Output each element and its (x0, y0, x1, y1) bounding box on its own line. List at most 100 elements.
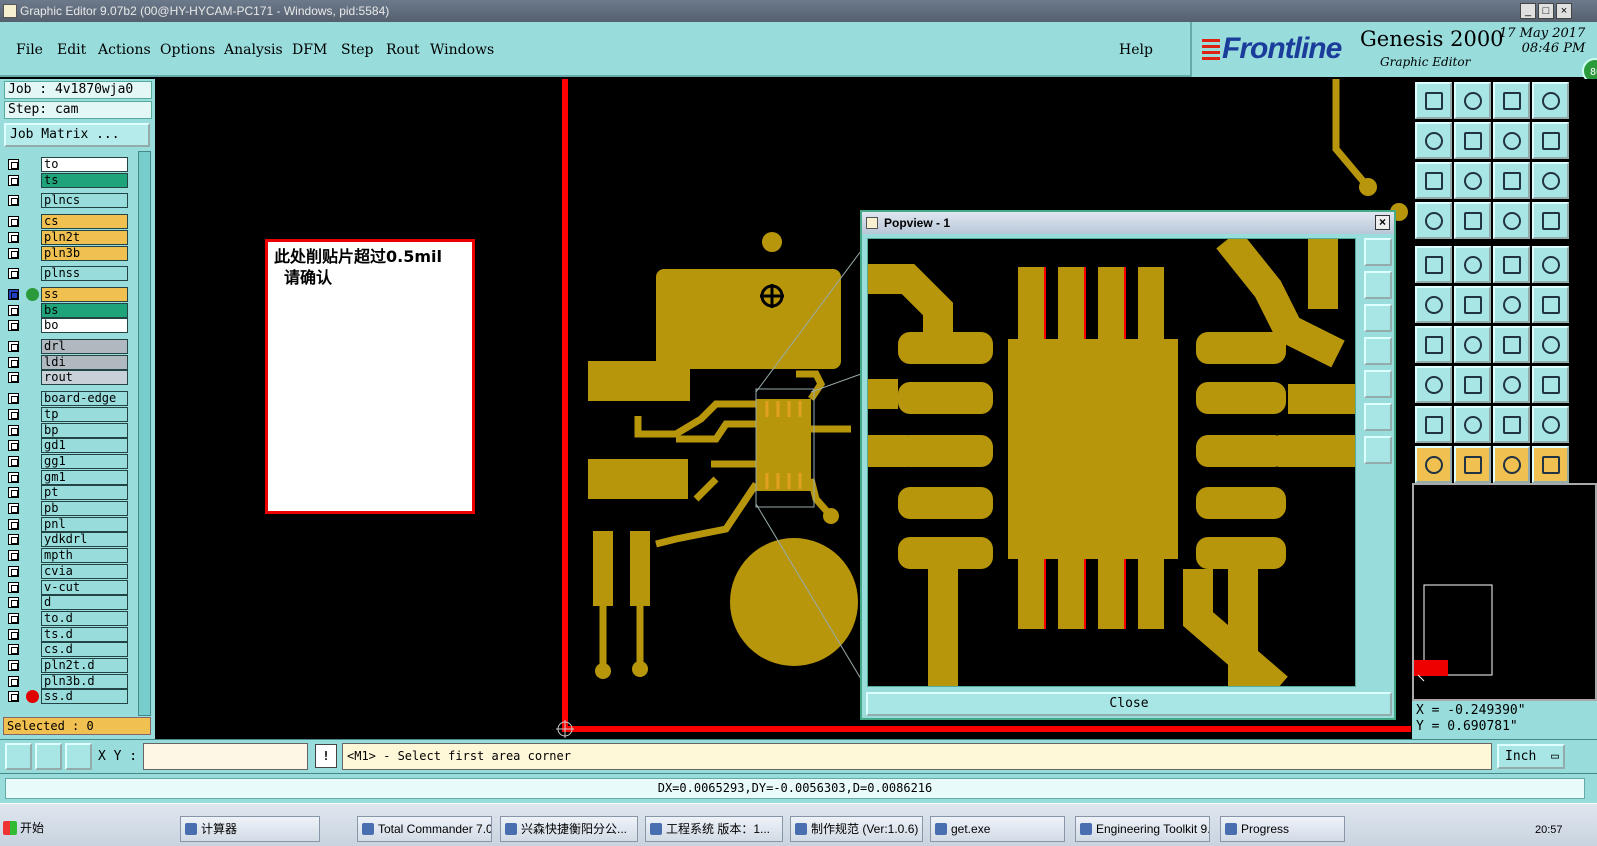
menu-analysis[interactable]: Analysis (224, 42, 283, 58)
layer-checkbox[interactable] (8, 341, 19, 352)
layer-row[interactable]: ss (4, 286, 128, 302)
xy-input[interactable] (143, 743, 308, 770)
curve-button[interactable] (1532, 406, 1569, 443)
layer-row[interactable]: ts.d (4, 626, 128, 642)
zoom-area-button[interactable] (1415, 162, 1452, 199)
layer-checkbox[interactable] (8, 372, 19, 384)
help-button[interactable] (1532, 162, 1569, 199)
layer-row[interactable]: cs (4, 214, 128, 230)
triangle-button[interactable] (1415, 406, 1452, 443)
layer-row[interactable]: pln2t.d (4, 658, 128, 673)
popview-canvas[interactable] (867, 238, 1356, 687)
add-point-button[interactable] (1493, 286, 1530, 323)
layer-checkbox[interactable] (8, 550, 19, 562)
text-button[interactable] (1532, 326, 1569, 363)
layer-row[interactable]: drl (4, 339, 128, 354)
popview-close-x-button[interactable]: × (1375, 215, 1390, 230)
drc-button[interactable] (1493, 202, 1530, 239)
menu-actions[interactable]: Actions (98, 42, 151, 58)
pv-pan-up-button[interactable] (1364, 271, 1392, 299)
menu-dfm[interactable]: DFM (292, 42, 327, 58)
select-net-button[interactable] (1532, 446, 1569, 483)
measure-point-button[interactable] (1415, 366, 1452, 403)
layer-row[interactable]: gd1 (4, 438, 128, 454)
select-button[interactable] (1415, 446, 1452, 483)
menu-rout[interactable]: Rout (386, 42, 420, 58)
layer-checkbox[interactable] (8, 628, 19, 640)
window-button[interactable] (1532, 82, 1569, 119)
maximize-button[interactable]: □ (1538, 3, 1554, 19)
layer-checkbox[interactable] (8, 597, 19, 609)
cross-button[interactable] (1454, 286, 1491, 323)
select-box-button[interactable] (1454, 446, 1491, 483)
layer-checkbox[interactable] (8, 424, 19, 436)
layer-row[interactable]: ss.d (4, 689, 128, 705)
measure-box-button[interactable] (1493, 366, 1530, 403)
overview-map[interactable] (1412, 483, 1597, 701)
layer-checkbox[interactable] (8, 288, 19, 300)
grid-button[interactable] (65, 743, 92, 770)
layer-checkbox[interactable] (8, 518, 19, 530)
layer-row[interactable]: to (4, 157, 128, 172)
layer-row[interactable]: cvia (4, 563, 128, 579)
layer-row[interactable]: gg1 (4, 453, 128, 469)
layer-checkbox[interactable] (8, 581, 19, 593)
mirror-button[interactable] (1493, 122, 1530, 159)
snap-button[interactable] (5, 743, 32, 770)
zoom-home-button[interactable] (1415, 82, 1452, 119)
layer-row[interactable]: ydkdrl (4, 532, 128, 548)
menu-edit[interactable]: Edit (57, 42, 86, 58)
layer-checkbox[interactable] (8, 408, 19, 420)
layer-row[interactable]: pln2t (4, 229, 128, 245)
taskbar-item[interactable]: 制作规范 (Ver:1.0.6) (790, 816, 923, 842)
layer-row[interactable]: mpth (4, 548, 128, 564)
layer-row[interactable]: pln3b (4, 245, 128, 261)
execute-button[interactable]: ! (315, 744, 337, 768)
snap-button[interactable] (1415, 202, 1452, 239)
layer-row[interactable]: ts (4, 172, 128, 188)
layer-row[interactable]: cs.d (4, 642, 128, 658)
line-button[interactable] (1454, 326, 1491, 363)
pv-pan-right-button[interactable] (1364, 370, 1392, 398)
pv-pan-down-button[interactable] (1364, 304, 1392, 332)
grid-button[interactable] (1454, 202, 1491, 239)
select-move-button[interactable] (1493, 446, 1530, 483)
taskbar-item[interactable]: 兴森快捷衡阳分公... (500, 816, 638, 842)
layer-row[interactable]: v-cut (4, 579, 128, 595)
angle-button[interactable] (1415, 326, 1452, 363)
layer-row[interactable]: pnl (4, 516, 128, 532)
menu-step[interactable]: Step (341, 42, 373, 58)
units-selector[interactable]: Inch ▭ (1497, 744, 1565, 769)
start-button[interactable]: 开始 (0, 816, 44, 840)
home-button[interactable] (1493, 82, 1530, 119)
taskbar-item[interactable]: Progress (1220, 816, 1345, 842)
layer-row[interactable]: board-edge (4, 391, 128, 407)
connect-button[interactable] (1415, 286, 1452, 323)
layer-checkbox[interactable] (8, 320, 19, 332)
layer-checkbox[interactable] (8, 612, 19, 624)
add-line-button[interactable] (1532, 286, 1569, 323)
pan-right-button[interactable] (1454, 122, 1491, 159)
popview-close-button[interactable]: Close (866, 692, 1392, 716)
layer-scrollbar[interactable] (138, 151, 151, 716)
pad-button[interactable] (1532, 246, 1569, 283)
arch-button[interactable] (1454, 406, 1491, 443)
layer-row[interactable]: rout (4, 370, 128, 386)
pv-zoom-out-button[interactable] (1364, 436, 1392, 464)
taskbar-item[interactable]: Engineering Toolkit 9.... (1075, 816, 1210, 842)
arc-button[interactable] (1493, 406, 1530, 443)
pv-zoom-fit-button[interactable] (1364, 238, 1392, 266)
layer-checkbox[interactable] (8, 503, 19, 514)
scale-button[interactable] (1493, 162, 1530, 199)
measure-button[interactable] (35, 743, 62, 770)
flip-button[interactable] (1532, 122, 1569, 159)
layer-checkbox[interactable] (8, 268, 19, 280)
layer-row[interactable]: ldi (4, 354, 128, 370)
layer-row[interactable]: to.d (4, 610, 128, 626)
rotate-button[interactable] (1493, 326, 1530, 363)
layer-row[interactable]: bp (4, 422, 128, 438)
layer-checkbox[interactable] (8, 216, 19, 228)
feature-button[interactable] (1415, 246, 1452, 283)
layer-checkbox[interactable] (8, 534, 19, 546)
layer-checkbox[interactable] (8, 487, 19, 499)
